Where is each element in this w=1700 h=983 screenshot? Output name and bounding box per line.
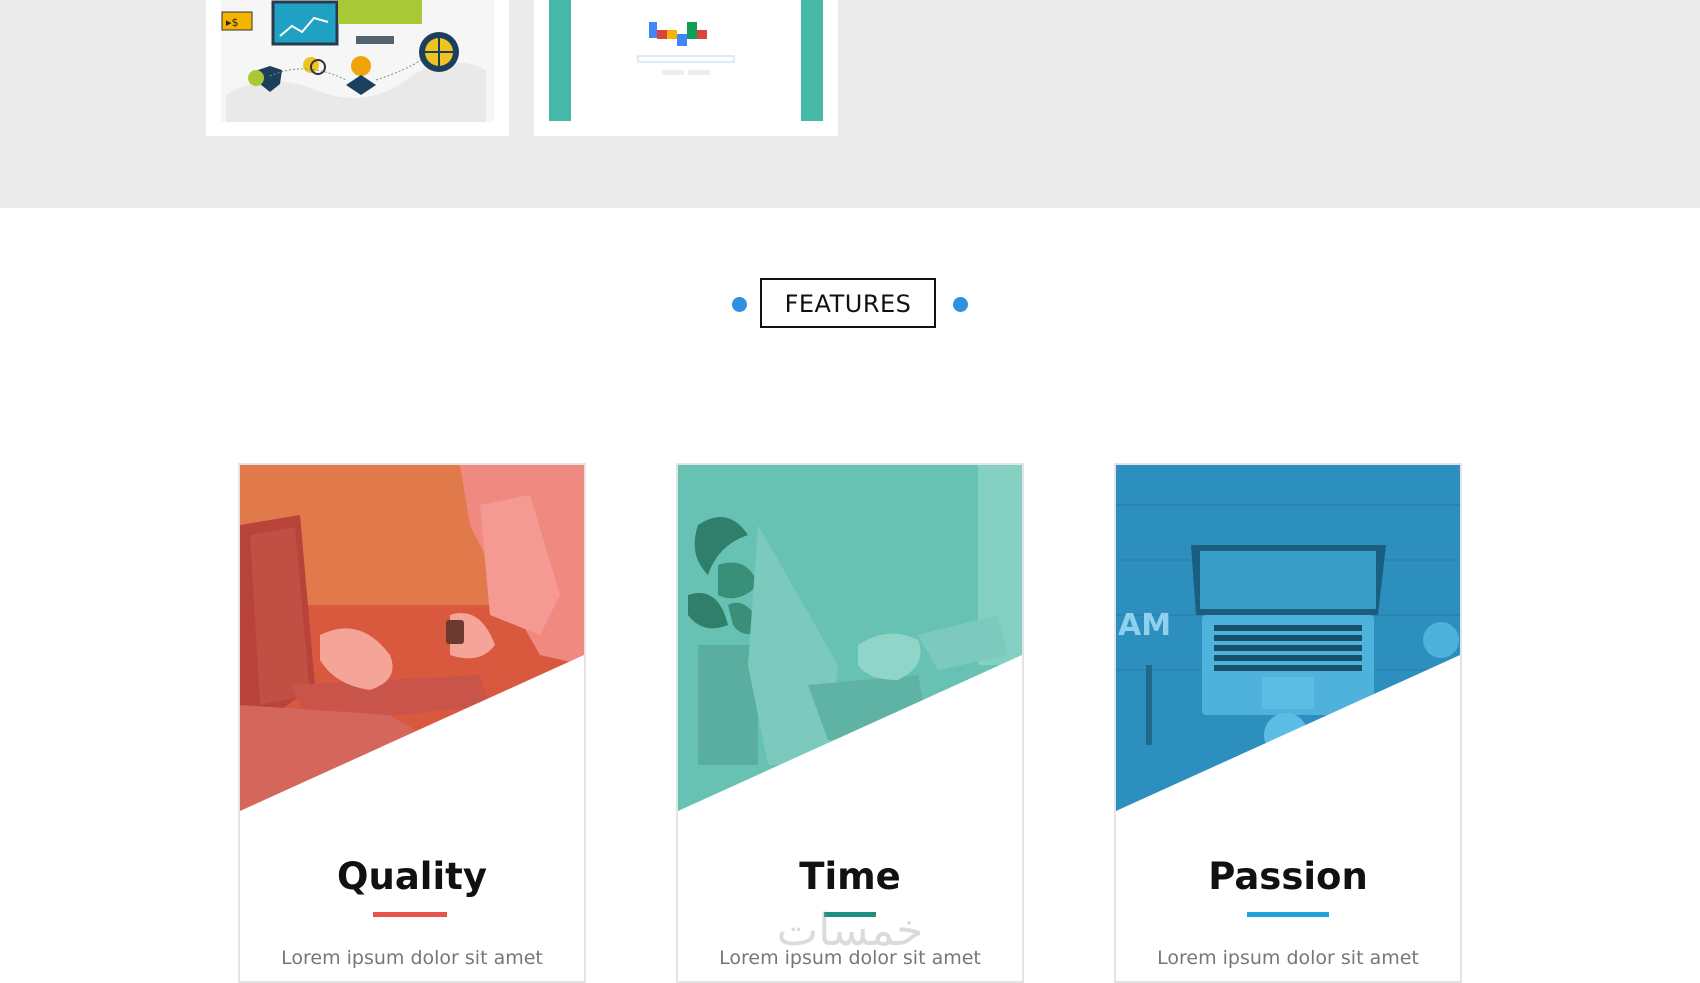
- card-title: Time: [799, 855, 901, 898]
- laptop-desk-photo-icon: AM: [1116, 465, 1460, 811]
- portfolio-thumb-network[interactable]: ▸$: [206, 0, 509, 136]
- card-title: Quality: [337, 855, 487, 898]
- feature-card-passion[interactable]: AM Passion Lorem ipsum dolor sit amet: [1114, 463, 1462, 983]
- card-photo: AM: [1116, 465, 1460, 811]
- features-title: FEATURES: [760, 278, 936, 328]
- card-photo: [678, 465, 1022, 811]
- svg-text:▸$: ▸$: [226, 16, 239, 29]
- watermark-logo-icon: خمسات: [777, 905, 924, 956]
- card-underline: [373, 912, 447, 917]
- typing-plant-photo-icon: [678, 465, 1022, 811]
- svg-text:AM: AM: [1118, 608, 1171, 643]
- watermark-text: خمسات: [777, 905, 924, 956]
- heading-left-dot-icon: [732, 297, 747, 312]
- card-description: Lorem ipsum dolor sit amet: [1157, 947, 1419, 969]
- laptop-woman-photo-icon: [240, 465, 584, 811]
- portfolio-thumb-chart-app[interactable]: [534, 0, 838, 136]
- feature-card-quality[interactable]: Quality Lorem ipsum dolor sit amet: [238, 463, 586, 983]
- card-underline: [1247, 912, 1329, 917]
- card-photo: [240, 465, 584, 811]
- network-illustration-icon: ▸$: [221, 0, 494, 122]
- card-description: Lorem ipsum dolor sit amet: [281, 947, 543, 969]
- portfolio-strip: ▸$: [0, 0, 1700, 208]
- features-heading: FEATURES: [0, 278, 1700, 332]
- heading-right-dot-icon: [953, 297, 968, 312]
- chart-app-illustration-icon: [549, 0, 823, 121]
- card-title: Passion: [1208, 855, 1368, 898]
